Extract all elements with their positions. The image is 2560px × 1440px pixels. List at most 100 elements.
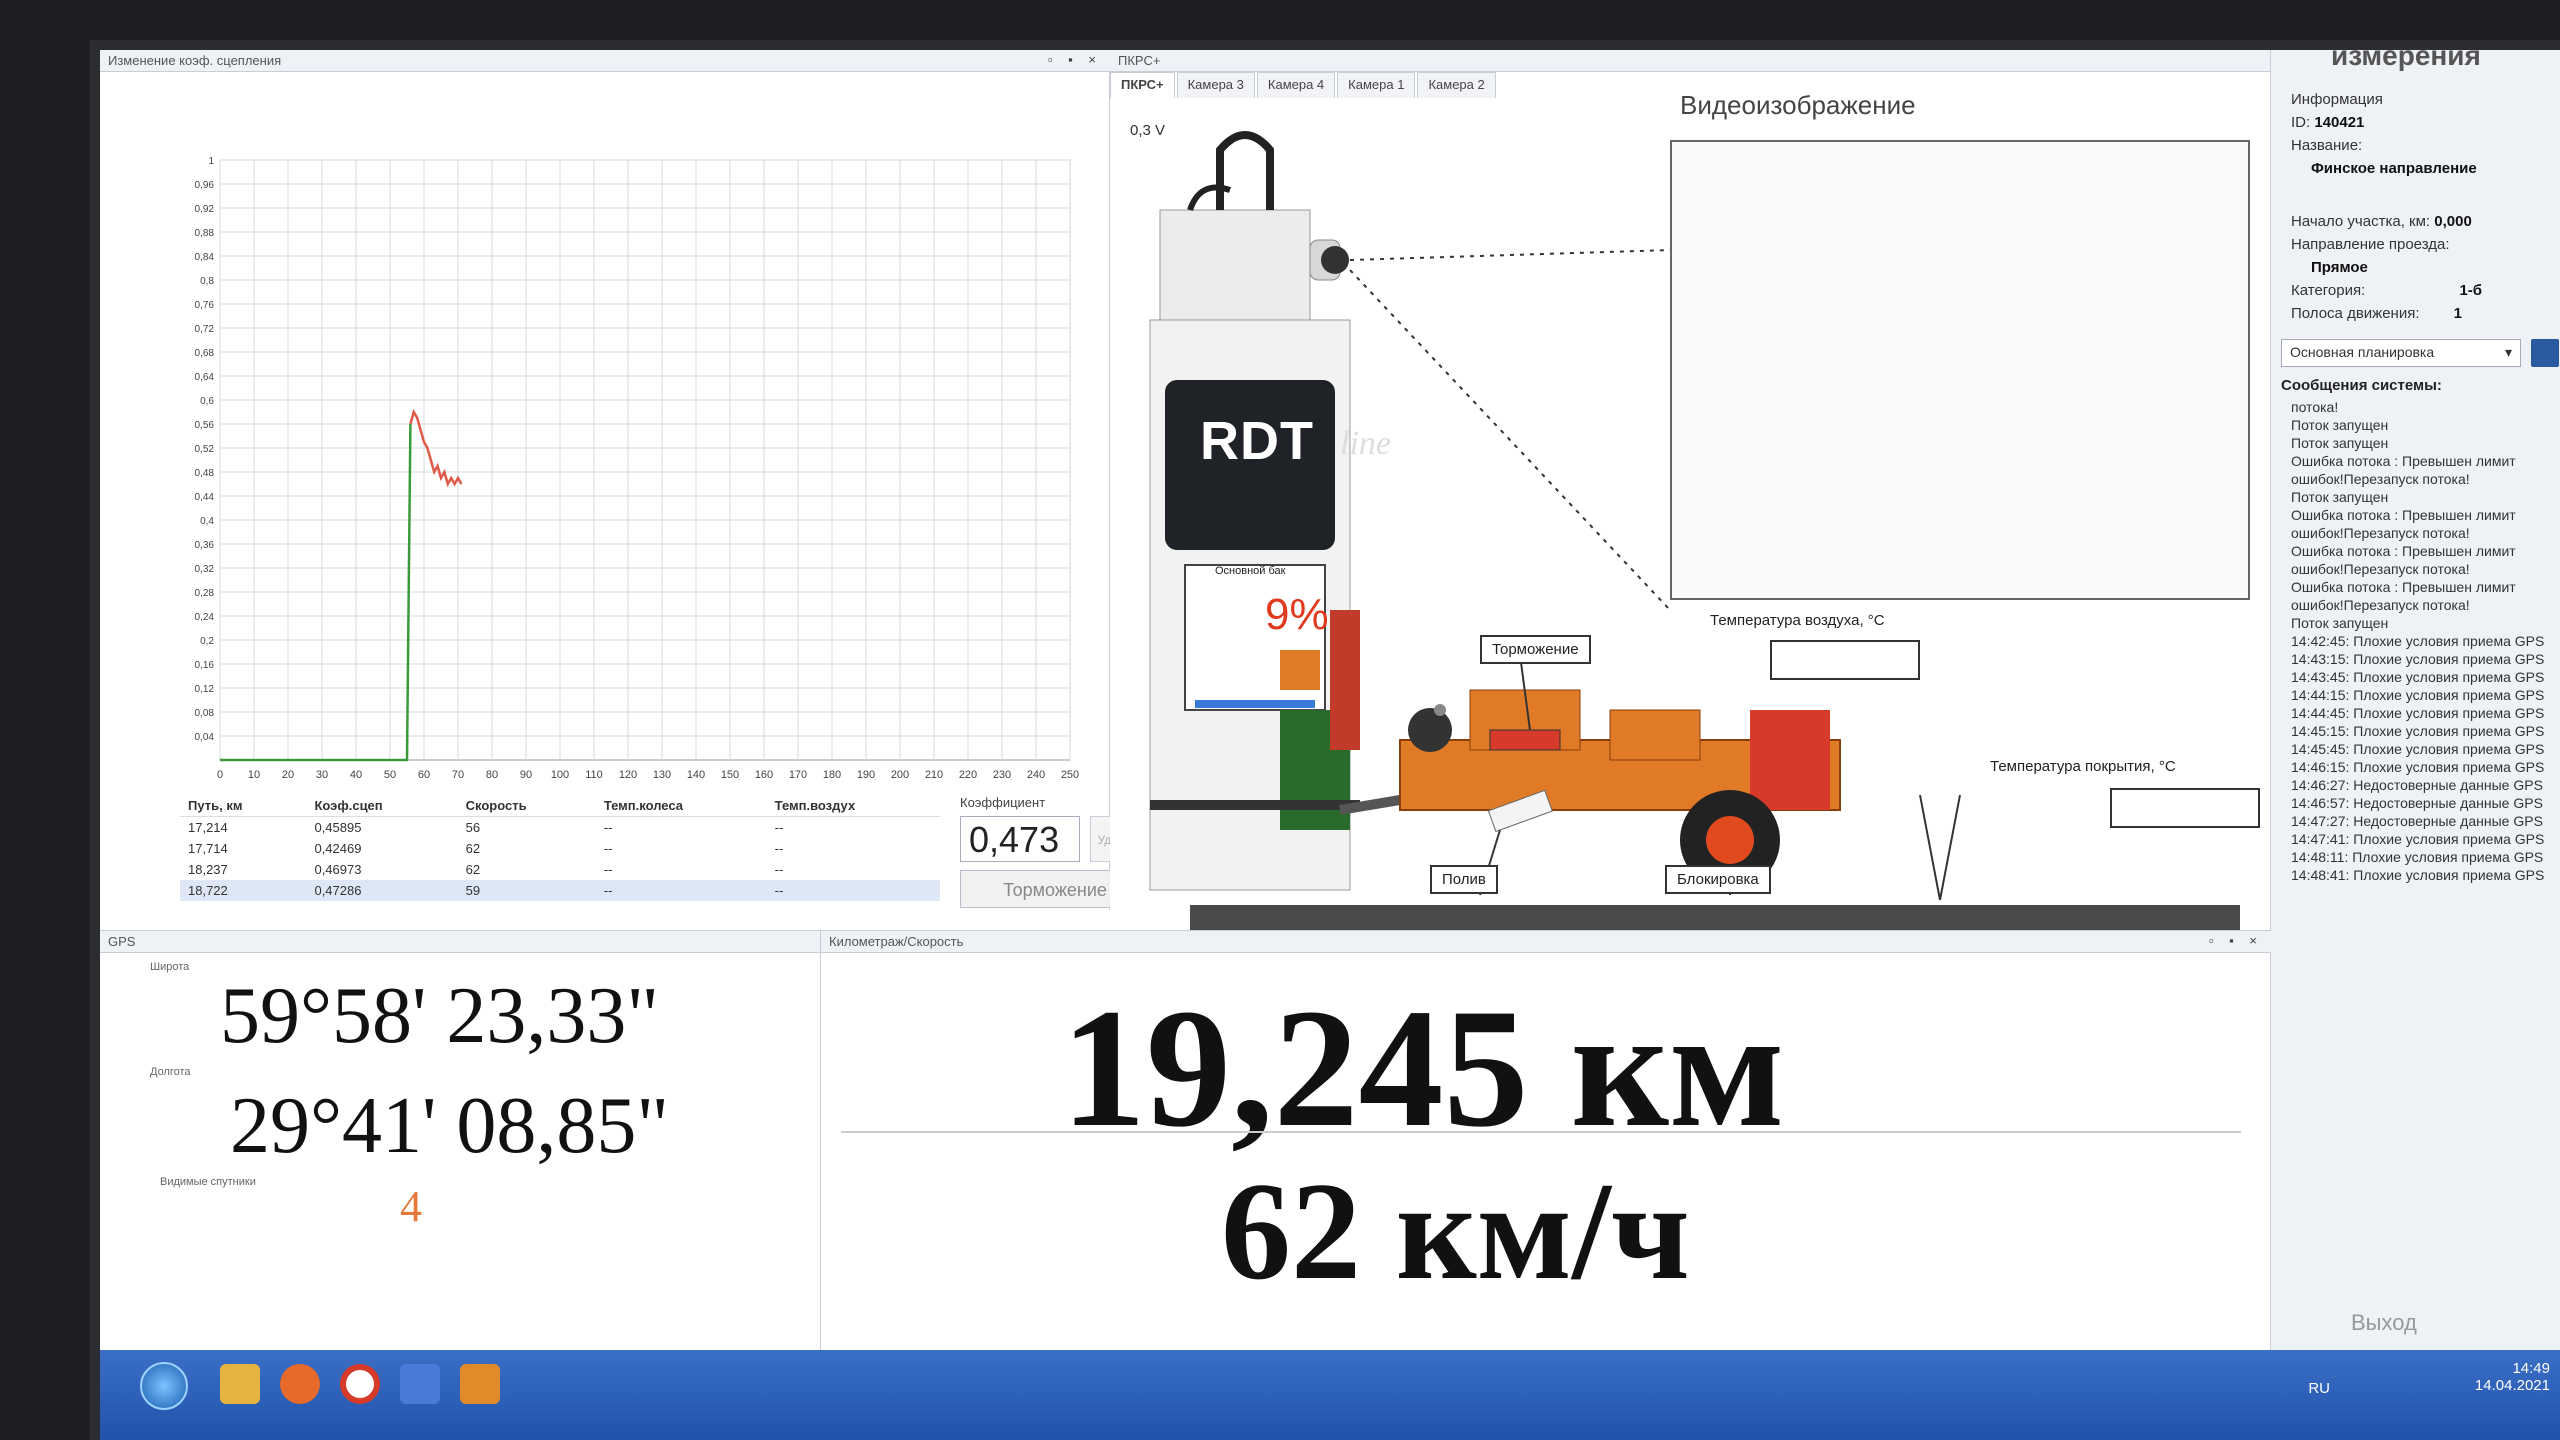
x-tick-label: 150 (721, 769, 739, 780)
odometer-title-text: Километраж/Скорость (829, 934, 964, 949)
braking-callout: Торможение (1480, 635, 1591, 664)
table-cell: 0,45895 (314, 820, 362, 835)
x-tick-label: 30 (316, 769, 328, 780)
odometer-window-controls[interactable]: ▫ ▪ × (2209, 933, 2263, 948)
x-tick-label: 80 (486, 769, 498, 780)
distance-value: 19,245 км (1061, 974, 1785, 1162)
direction-label: Направление проезда: (2291, 236, 2450, 253)
satellites-label: Видимые спутники (160, 1176, 256, 1188)
wheel-hub-icon (1706, 816, 1754, 864)
list-item: 14:47:41: Плохие условия приема GPS (2291, 831, 2545, 847)
table-row[interactable]: 17,714 0,42469 62 -- -- (180, 838, 940, 859)
tab-camera[interactable]: Камера 2 (1417, 72, 1496, 98)
truck-bumper (1150, 800, 1360, 810)
table-cell: 0,42469 (314, 841, 362, 856)
layout-select[interactable]: Основная планировка ▾ (2281, 339, 2521, 367)
browser-icon[interactable] (340, 1364, 380, 1404)
table-row[interactable]: 17,214 0,45895 56 -- -- (180, 817, 940, 839)
y-tick-label: 0,96 (195, 180, 215, 191)
surface-temp-value (2110, 788, 2260, 828)
exit-button[interactable]: Выход (2351, 1310, 2417, 1336)
x-tick-label: 110 (585, 769, 603, 780)
x-tick-label: 170 (789, 769, 807, 780)
satellites-value: 4 (400, 1182, 422, 1231)
list-item: Ошибка потока : Превышен лимит ошибок!Пе… (2291, 453, 2516, 487)
table-cell: -- (774, 820, 784, 835)
messages-list: потока! Поток запущен Поток запущен Ошибка … (2271, 398, 2560, 1228)
pkrs-panel: ПКРС+ ПКРС+ Камера 3 Камера 4 Камера 1 Камер… (1110, 50, 2270, 965)
list-item: 14:48:41: Плохие условия приема GPS (2291, 867, 2545, 883)
readings-table: Путь, км Коэф.сцеп Скорость Темп.колеса Темп… (180, 795, 940, 915)
x-tick-label: 90 (520, 769, 532, 780)
list-item: 14:44:15: Плохие условия приема GPS (2291, 687, 2545, 703)
start-button-icon[interactable] (140, 1362, 188, 1410)
y-tick-label: 0,12 (195, 684, 215, 695)
x-tick-label: 70 (452, 769, 464, 780)
tab-camera[interactable]: Камера 1 (1337, 72, 1416, 98)
list-item: 14:45:15: Плохие условия приема GPS (2291, 723, 2545, 739)
x-tick-label: 160 (755, 769, 773, 780)
app-icon[interactable] (460, 1364, 500, 1404)
start-row: Начало участка, км: 0,000 (2271, 210, 2560, 233)
tab-camera[interactable]: Камера 4 (1256, 72, 1336, 98)
list-item: 14:46:27: Недостоверные данные GPS (2291, 777, 2543, 793)
x-tick-label: 10 (248, 769, 260, 780)
explorer-icon[interactable] (220, 1364, 260, 1404)
odometer-divider (841, 1131, 2241, 1133)
lane-row: Полоса движения: 1 (2271, 302, 2560, 325)
readings-header-cell[interactable]: Путь, км (180, 795, 307, 817)
list-item: Поток запущен (2291, 615, 2389, 631)
y-tick-label: 0,16 (195, 660, 215, 671)
list-item: 14:42:45: Плохие условия приема GPS (2291, 633, 2545, 649)
brand-logo: RDT (1200, 411, 1314, 471)
readings-header-cell[interactable]: Темп.колеса (595, 795, 767, 817)
y-tick-label: 0,32 (195, 564, 215, 575)
start-label: Начало участка, км: (2291, 213, 2431, 230)
lane-value: 1 (2453, 305, 2463, 322)
list-item: Поток запущен (2291, 417, 2389, 433)
y-tick-label: 0,44 (195, 492, 215, 503)
table-cell: 59 (457, 880, 596, 901)
table-cell: -- (766, 880, 940, 901)
taskbar: RU 14:49 14.04.2021 (100, 1350, 2560, 1440)
gps-panel-title: GPS (100, 931, 820, 953)
latitude-value: 59°58' 23,33" (220, 972, 660, 1060)
save-icon[interactable] (2531, 339, 2559, 367)
x-tick-label: 100 (551, 769, 569, 780)
table-row[interactable]: 18,722 0,47286 59 -- -- (180, 880, 940, 901)
media-player-icon[interactable] (280, 1364, 320, 1404)
readings-header-cell[interactable]: Скорость (457, 795, 596, 817)
direction-value: Прямое (2311, 259, 2368, 276)
truck-mast (1216, 131, 1274, 210)
messages-title: Сообщения системы: (2281, 377, 2442, 394)
name-value-row: Финское направление (2271, 157, 2560, 180)
category-label: Категория: (2291, 282, 2366, 299)
x-tick-label: 220 (959, 769, 977, 780)
lock-callout: Блокировка (1665, 865, 1771, 894)
tab-camera[interactable]: ПКРС+ (1110, 72, 1175, 98)
table-row[interactable]: 18,237 0,46973 62 -- -- (180, 859, 940, 880)
chart-window-controls[interactable]: ▫ ▪ × (1048, 52, 1102, 67)
readings-header-cell[interactable]: Темп.воздух (766, 795, 940, 817)
vehicle-diagram (1149, 131, 2240, 965)
id-value: 140421 (2314, 114, 2365, 131)
chart-panel-title-text: Изменение коэф. сцепления (108, 53, 282, 68)
y-tick-label: 1 (208, 156, 214, 167)
y-tick-label: 0,48 (195, 468, 215, 479)
y-tick-label: 0,76 (195, 300, 215, 311)
system-tray: RU 14:49 14.04.2021 (2308, 1360, 2550, 1397)
coefficient-value: 0,473 (960, 816, 1080, 862)
list-item: Ошибка потока : Превышен лимит ошибок!Пе… (2291, 543, 2516, 577)
id-label: ID: (2291, 114, 2311, 131)
app-window-icon[interactable] (400, 1364, 440, 1404)
longitude-value: 29°41' 08,85" (230, 1082, 670, 1170)
tank-label: Основной бак (1215, 565, 1286, 577)
readings-header-cell[interactable]: Коэф.сцеп (306, 795, 458, 817)
tab-camera[interactable]: Камера 3 (1176, 72, 1255, 98)
language-indicator[interactable]: RU (2308, 1380, 2330, 1397)
x-tick-label: 120 (619, 769, 637, 780)
surface-leader-right (1939, 794, 1961, 901)
chevron-down-icon: ▾ (2504, 344, 2512, 360)
x-tick-label: 240 (1027, 769, 1045, 780)
readings-body: 17,214 0,45895 56 -- -- 17,714 0,42469 62 -- -- 18… (180, 817, 940, 901)
